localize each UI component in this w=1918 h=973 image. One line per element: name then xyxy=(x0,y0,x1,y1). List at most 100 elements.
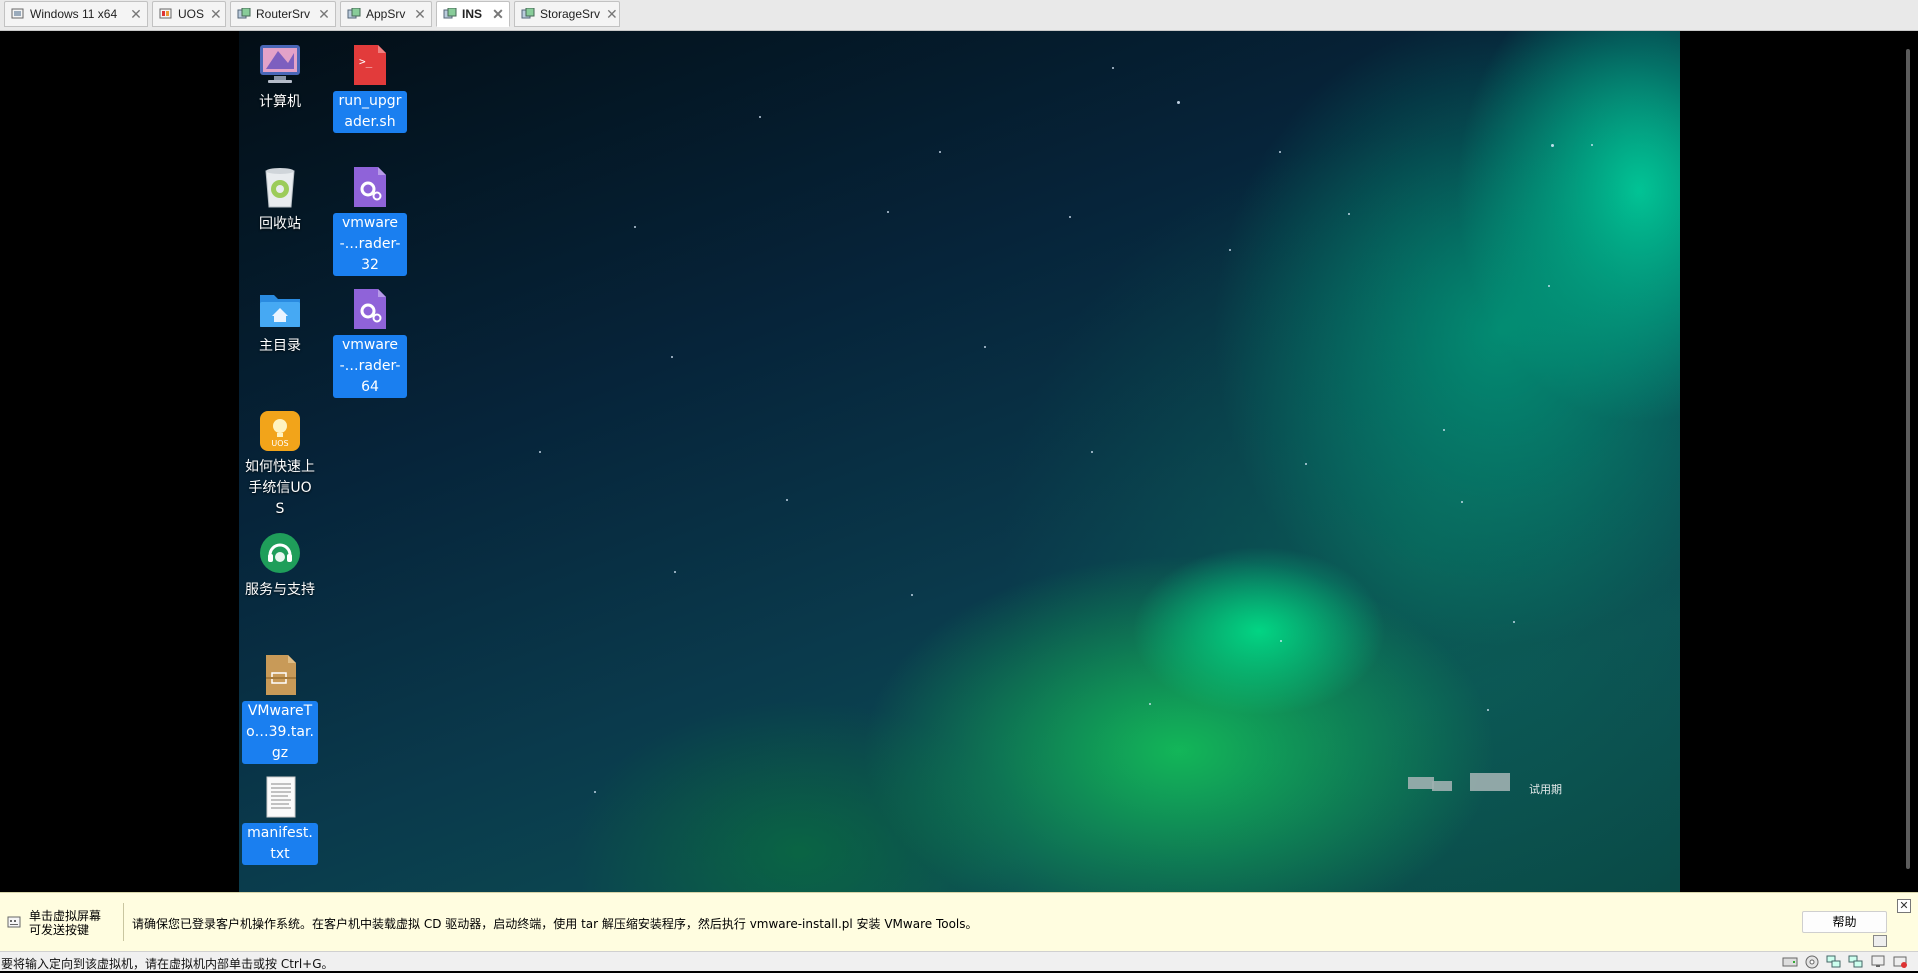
desktop-icon-run-upgrader[interactable]: >_ run_upgrader.sh xyxy=(329,43,411,133)
tab-label: INS xyxy=(462,7,483,21)
tab-appsrv[interactable]: AppSrv ✕ xyxy=(340,1,432,27)
star xyxy=(634,226,636,228)
tab-label: AppSrv xyxy=(366,7,406,21)
desktop-icon-vmwaretools-archive[interactable]: VMwareTo…39.tar.gz xyxy=(239,653,321,764)
star xyxy=(786,499,788,501)
star xyxy=(674,571,676,573)
star xyxy=(1069,216,1071,218)
tab-label: Windows 11 x64 xyxy=(30,7,118,21)
icon-label: run_upgrader.sh xyxy=(333,91,407,133)
star xyxy=(1551,144,1554,147)
star xyxy=(984,346,986,348)
trial-watermark: 试用期 xyxy=(1408,769,1568,799)
vmware-tools-notification: 单击虚拟屏幕 可发送按键 请确保您已登录客户机操作系统。在客户机中装载虚拟 CD… xyxy=(0,892,1918,951)
network-adapter-icon[interactable] xyxy=(1826,954,1842,969)
linux-vm-icon xyxy=(159,8,173,20)
sound-card-icon[interactable] xyxy=(1892,954,1908,969)
recycle-bin-icon xyxy=(258,165,302,209)
desktop-icon-manifest[interactable]: manifest.txt xyxy=(239,775,321,865)
tab-uos[interactable]: UOS ✕ xyxy=(152,1,226,27)
text-file-icon xyxy=(258,775,302,819)
desktop-icon-home[interactable]: 主目录 xyxy=(239,287,321,357)
star xyxy=(671,356,673,358)
close-icon[interactable]: ✕ xyxy=(606,6,618,23)
support-headset-icon xyxy=(258,531,302,575)
keyboard-grid-icon[interactable] xyxy=(1873,935,1887,947)
star xyxy=(1279,151,1281,153)
send-keys-hint[interactable]: 单击虚拟屏幕 可发送按键 xyxy=(7,909,101,937)
icon-label: vmware-…rader-64 xyxy=(333,335,407,398)
cd-rom-icon[interactable] xyxy=(1804,954,1820,969)
server-vm-icon xyxy=(347,7,361,20)
executable-gear-icon xyxy=(348,165,392,209)
uos-guide-icon: UOS xyxy=(258,409,302,453)
desktop-icon-uos-guide[interactable]: UOS 如何快速上手统信UOS xyxy=(239,409,321,520)
tab-label: StorageSrv xyxy=(540,7,601,21)
vertical-scrollbar[interactable] xyxy=(1906,49,1910,869)
computer-icon xyxy=(258,43,302,87)
icon-label: VMwareTo…39.tar.gz xyxy=(242,701,318,764)
star xyxy=(887,211,889,213)
star xyxy=(1443,429,1445,431)
svg-text:UOS: UOS xyxy=(271,439,288,448)
shell-script-icon: >_ xyxy=(348,43,392,87)
server-vm-icon xyxy=(443,7,457,20)
close-icon[interactable]: ✕ xyxy=(1897,899,1911,913)
archive-icon xyxy=(258,653,302,697)
star xyxy=(594,791,596,793)
desktop-icon-vmware-upgrader-64[interactable]: vmware-…rader-64 xyxy=(329,287,411,398)
tab-label: RouterSrv xyxy=(256,7,311,21)
star xyxy=(1591,144,1593,146)
hint-line-1: 单击虚拟屏幕 xyxy=(29,909,102,923)
status-text: 要将输入定向到该虚拟机，请在虚拟机内部单击或按 Ctrl+G。 xyxy=(1,957,334,971)
divider xyxy=(123,903,124,941)
executable-gear-icon xyxy=(348,287,392,331)
star xyxy=(1348,213,1350,215)
star xyxy=(539,451,541,453)
star xyxy=(1548,285,1550,287)
tab-ins[interactable]: INS ✕ xyxy=(436,1,510,27)
vm-screen[interactable]: 计算机 回收站 主目录 UOS 如何快速上手统信UOS 服务与支持 VMware… xyxy=(0,31,1918,892)
desktop-icon-support[interactable]: 服务与支持 xyxy=(239,531,321,601)
help-button[interactable]: 帮助 xyxy=(1802,911,1887,933)
watermark-block xyxy=(1408,777,1434,789)
icon-label: 回收站 xyxy=(259,216,301,232)
guest-desktop[interactable]: 计算机 回收站 主目录 UOS 如何快速上手统信UOS 服务与支持 VMware… xyxy=(239,31,1680,892)
desktop-icon-recycle-bin[interactable]: 回收站 xyxy=(239,165,321,235)
desktop-icon-vmware-upgrader-32[interactable]: vmware-…rader-32 xyxy=(329,165,411,276)
tab-windows-11-x64[interactable]: Windows 11 x64 ✕ xyxy=(4,1,148,27)
star xyxy=(759,116,761,118)
home-folder-icon xyxy=(258,287,302,331)
server-vm-icon xyxy=(237,7,251,20)
notification-message: 请确保您已登录客户机操作系统。在客户机中装载虚拟 CD 驱动器，启动终端，使用 … xyxy=(132,917,978,931)
display-icon[interactable] xyxy=(1870,954,1886,969)
server-vm-icon xyxy=(521,7,535,20)
star xyxy=(1513,621,1515,623)
star xyxy=(1305,463,1307,465)
star xyxy=(1091,451,1093,453)
keyboard-icon xyxy=(7,915,21,932)
icon-label: 计算机 xyxy=(259,94,301,110)
watermark-block xyxy=(1432,781,1452,791)
tab-storagesrv[interactable]: StorageSrv ✕ xyxy=(514,1,620,27)
windows-vm-icon xyxy=(11,8,25,20)
close-icon[interactable]: ✕ xyxy=(129,6,143,23)
hard-disk-icon[interactable] xyxy=(1782,954,1798,969)
tab-routersrv[interactable]: RouterSrv ✕ xyxy=(230,1,336,27)
star xyxy=(1229,249,1231,251)
tab-label: UOS xyxy=(178,7,205,21)
desktop-icon-computer[interactable]: 计算机 xyxy=(239,43,321,113)
star xyxy=(1112,67,1114,69)
close-icon[interactable]: ✕ xyxy=(317,6,331,23)
icon-label: 主目录 xyxy=(259,338,301,354)
star xyxy=(911,594,913,596)
close-icon[interactable]: ✕ xyxy=(210,6,222,23)
star xyxy=(939,151,941,153)
network-adapter-icon[interactable] xyxy=(1848,954,1864,969)
status-bar: 要将输入定向到该虚拟机，请在虚拟机内部单击或按 Ctrl+G。 xyxy=(0,951,1918,971)
star xyxy=(1177,101,1180,104)
watermark-block xyxy=(1470,773,1510,791)
vm-tab-bar: Windows 11 x64 ✕ UOS ✕ RouterSrv ✕ AppSr… xyxy=(0,0,1918,31)
close-icon[interactable]: ✕ xyxy=(413,6,427,23)
close-icon[interactable]: ✕ xyxy=(491,6,505,23)
